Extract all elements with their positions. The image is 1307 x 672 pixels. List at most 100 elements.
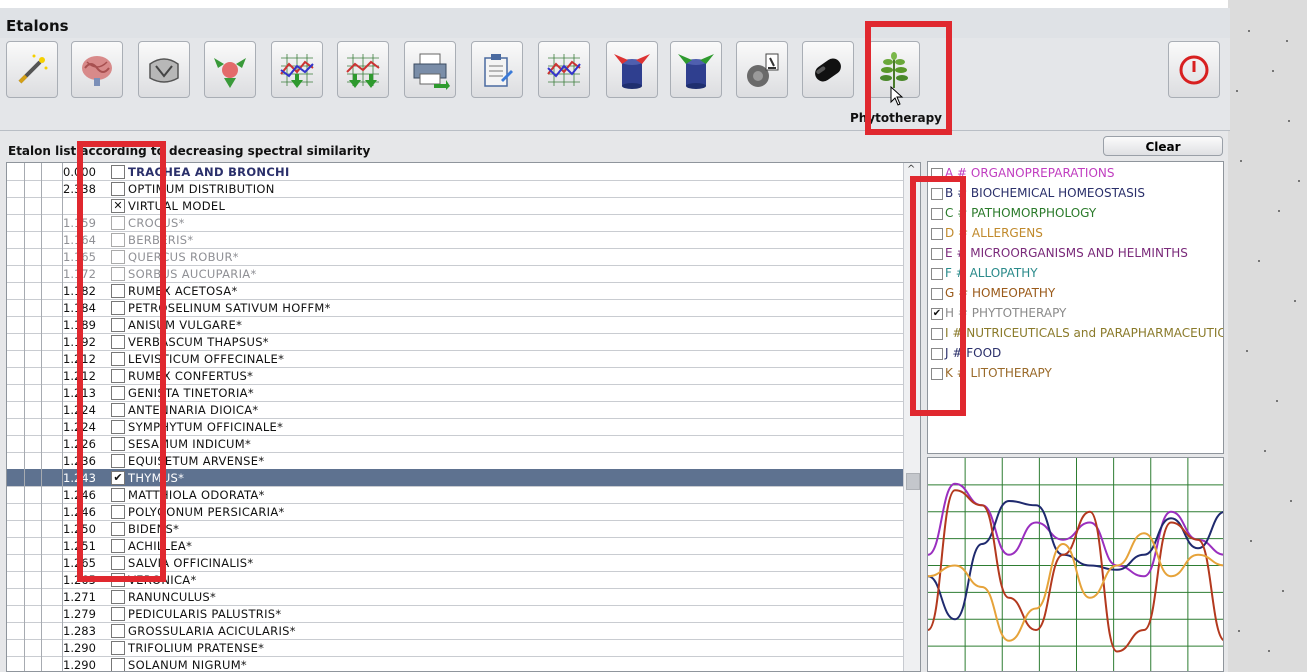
graph-canvas [928,458,1223,671]
row-cell [24,469,42,486]
row-cell [41,367,63,384]
background-speckle [1258,260,1260,262]
row-cell [7,656,25,671]
microscope-button[interactable] [736,41,788,98]
row-cell [24,401,42,418]
etalons-window: Etalons Phytotherapy Etalon list accordi… [0,0,1307,672]
chart-double-up-button[interactable] [337,41,389,98]
row-cell [24,486,42,503]
row-cell [7,282,25,299]
background-speckle [1250,540,1252,542]
row-cell [41,588,63,605]
scrollbar-thumb[interactable] [906,473,920,490]
magic-wand-icon [18,54,48,83]
row-cell [24,571,42,588]
row-cell [7,452,25,469]
row-cell [41,503,63,520]
row-cell [41,605,63,622]
row-cell [41,401,63,418]
table-row[interactable]: 1.279 PEDICULARIS PALUSTRIS* [7,605,903,623]
category-label: I # NUTRICEUTICALS and PARAPHARMACEUTICA… [945,326,1224,340]
row-cell [24,231,42,248]
row-cell [7,163,25,180]
chart-up-button[interactable] [271,41,323,98]
row-cell [24,418,42,435]
row-cell [24,248,42,265]
row-cell [7,231,25,248]
window-title: Etalons [6,17,69,35]
row-cell [24,197,42,214]
row-cell [7,367,25,384]
category-label: C # PATHOMORPHOLOGY [945,206,1097,220]
row-cell [41,248,63,265]
etalon-name: GROSSULARIA ACICULARIS* [128,624,296,638]
torso-button[interactable] [138,41,190,98]
background-speckle [1282,590,1284,592]
row-cell [41,350,63,367]
brain-button[interactable] [71,41,123,98]
clipboard-icon [484,53,513,87]
merge-arrows-button[interactable] [204,41,256,98]
row-cell [7,248,25,265]
row-cell [41,656,63,671]
row-checkbox[interactable] [111,607,125,621]
row-cell [7,639,25,656]
row-cell [7,605,25,622]
spectrum-chart-button[interactable] [538,41,590,98]
row-cell [7,384,25,401]
list-header: Etalon list according to decreasing spec… [8,144,371,158]
background-speckle [1278,210,1280,212]
similarity-value: 1.271 [63,590,96,604]
print-button[interactable] [404,41,456,98]
row-cell [41,486,63,503]
background-speckle [1248,30,1250,32]
row-cell [24,214,42,231]
background-speckle [1272,70,1274,72]
toolbar [0,38,1230,131]
power-button[interactable] [1168,41,1220,98]
row-checkbox[interactable] [111,641,125,655]
row-cell [7,350,25,367]
background-speckle [1268,650,1270,652]
row-cell [7,299,25,316]
highlight-phytotherapy [865,21,952,135]
row-cell [7,265,25,282]
window-top-strip [0,0,1230,8]
clipboard-button[interactable] [471,41,523,98]
row-cell [41,452,63,469]
category-label: B # BIOCHEMICAL HOMEOSTASIS [945,186,1145,200]
similarity-value: 1.290 [63,658,96,672]
row-cell [41,180,63,197]
row-cell [24,367,42,384]
clear-button[interactable]: Clear [1103,136,1223,156]
black-capsule-button[interactable] [802,41,854,98]
table-row[interactable]: 1.290 TRIFOLIUM PRATENSE* [7,639,903,657]
row-cell [7,520,25,537]
table-row[interactable]: 1.283 GROSSULARIA ACICULARIS* [7,622,903,640]
similarity-value: 1.290 [63,641,96,655]
row-cell [24,639,42,656]
red-cylinder-button[interactable] [606,41,658,98]
highlight-list-values [77,141,166,582]
desktop-background [1228,0,1307,672]
row-cell [24,605,42,622]
scroll-up-icon[interactable]: ^ [907,164,915,175]
row-cell [7,418,25,435]
row-cell [24,656,42,671]
row-cell [41,316,63,333]
green-cylinder-button[interactable] [670,41,722,98]
row-checkbox[interactable] [111,658,125,671]
table-row[interactable]: 1.290 SOLANUM NIGRUM* [7,656,903,672]
row-cell [41,435,63,452]
row-checkbox[interactable] [111,590,125,604]
row-checkbox[interactable] [111,624,125,638]
row-cell [41,282,63,299]
row-cell [24,537,42,554]
table-row[interactable]: 1.271 RANUNCULUS* [7,588,903,606]
row-cell [24,554,42,571]
row-cell [24,299,42,316]
row-cell [24,282,42,299]
background-speckle [1246,350,1248,352]
etalon-name: PEDICULARIS PALUSTRIS* [128,607,282,621]
magic-wand-button[interactable] [6,41,58,98]
